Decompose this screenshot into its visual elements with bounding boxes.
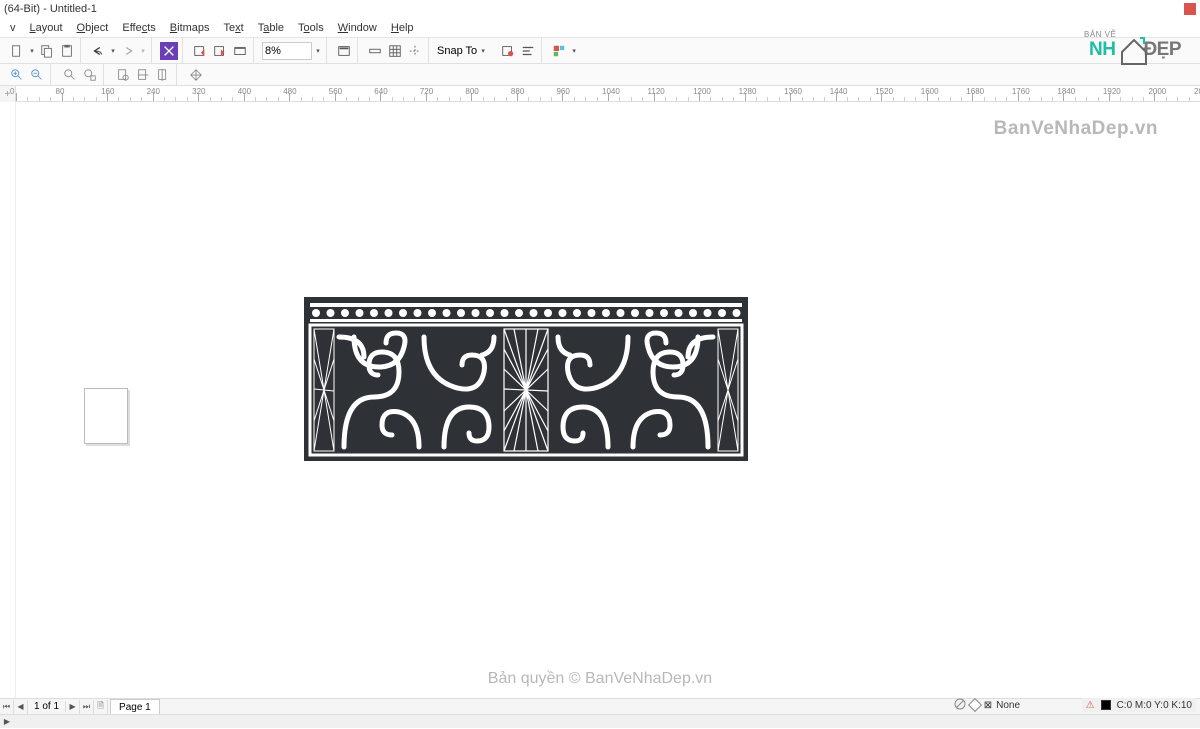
x-icon: ⊠: [984, 700, 992, 711]
artwork-panel[interactable]: [304, 297, 748, 461]
logo-top-text: BẢN VẼ: [1084, 30, 1116, 39]
snap-to-dropdown[interactable]: Snap To ▾: [433, 42, 491, 60]
title-text: (64-Bit) - Untitled-1: [4, 3, 97, 15]
no-fill-icon: [954, 698, 966, 713]
align-icon[interactable]: [519, 42, 537, 60]
options-icon[interactable]: [499, 42, 517, 60]
page-tab[interactable]: Page 1: [110, 699, 160, 714]
zoom-all-icon[interactable]: [81, 66, 99, 84]
warning-icon: ⚠: [1086, 700, 1095, 711]
dropdown-arrow-icon[interactable]: ▾: [570, 42, 578, 60]
snap-to-label: Snap To: [437, 45, 477, 57]
canvas-area[interactable]: BanVeNhaDep.vn: [0, 102, 1200, 698]
zoom-toolbar: [0, 64, 1200, 86]
zoom-page-icon[interactable]: [114, 66, 132, 84]
dropdown-arrow-icon[interactable]: ▾: [109, 42, 117, 60]
menu-layout[interactable]: Layout: [24, 20, 69, 36]
zoom-in-icon[interactable]: [8, 66, 26, 84]
copy-icon[interactable]: [38, 42, 56, 60]
add-page-icon[interactable]: 🗎: [94, 700, 108, 714]
search-icon[interactable]: [160, 42, 178, 60]
grid-icon[interactable]: [386, 42, 404, 60]
menu-table[interactable]: Table: [252, 20, 290, 36]
page-rectangle: [84, 388, 128, 444]
zoom-selection-icon[interactable]: [61, 66, 79, 84]
zoom-out-icon[interactable]: [28, 66, 46, 84]
ruler-horizontal: + 08016024032040048056064072080088096010…: [0, 86, 1200, 102]
menu-view[interactable]: v: [4, 20, 22, 36]
fullscreen-icon[interactable]: [335, 42, 353, 60]
publish-icon[interactable]: [231, 42, 249, 60]
status-fill: ⊠ None: [954, 698, 1020, 712]
page-counter: 1 of 1: [28, 701, 66, 712]
paste-icon[interactable]: [58, 42, 76, 60]
brand-logo: BẢN VẼ NHĐẸP: [1080, 22, 1190, 78]
menu-effects[interactable]: Effects: [116, 20, 161, 36]
watermark-bottom: Bản quyền © BanVeNhaDep.vn: [488, 670, 712, 688]
dropdown-arrow-icon[interactable]: ▾: [314, 42, 322, 60]
prev-page-icon[interactable]: ◀: [14, 700, 28, 714]
zoom-width-icon[interactable]: [134, 66, 152, 84]
close-icon[interactable]: [1184, 3, 1196, 15]
logo-nh: NH: [1089, 39, 1115, 60]
diamond-icon: [968, 698, 982, 712]
last-page-icon[interactable]: ⏭: [80, 700, 94, 714]
ruler-vertical: [0, 102, 16, 698]
undo-icon[interactable]: [89, 42, 107, 60]
house-icon: [1116, 32, 1152, 68]
zoom-height-icon[interactable]: [154, 66, 172, 84]
import-icon[interactable]: [191, 42, 209, 60]
redo-icon[interactable]: [119, 42, 137, 60]
new-icon[interactable]: [8, 42, 26, 60]
menu-object[interactable]: Object: [71, 20, 115, 36]
next-page-icon[interactable]: ▶: [66, 700, 80, 714]
scroll-left-icon[interactable]: ▶: [0, 715, 14, 729]
title-bar: (64-Bit) - Untitled-1: [0, 0, 1200, 18]
launch-icon[interactable]: [550, 42, 568, 60]
scrollbar-horizontal[interactable]: ▶: [0, 714, 1200, 728]
page-navigator: ⏮ ◀ 1 of 1 ▶ ⏭ 🗎 Page 1: [0, 698, 1200, 714]
dropdown-arrow-icon[interactable]: ▾: [28, 42, 36, 60]
menu-tools[interactable]: Tools: [292, 20, 330, 36]
menu-bitmaps[interactable]: Bitmaps: [164, 20, 216, 36]
menu-text[interactable]: Text: [218, 20, 250, 36]
zoom-input[interactable]: [262, 42, 312, 60]
status-color: ⚠ C:0 M:0 Y:0 K:10: [1082, 698, 1196, 712]
first-page-icon[interactable]: ⏮: [0, 700, 14, 714]
pan-icon[interactable]: [187, 66, 205, 84]
export-icon[interactable]: [211, 42, 229, 60]
menu-bar: v Layout Object Effects Bitmaps Text Tab…: [0, 18, 1200, 38]
rulers-icon[interactable]: [366, 42, 384, 60]
dropdown-arrow-icon[interactable]: ▾: [139, 42, 147, 60]
main-toolbar: ▾ ▾ ▾ ▾ Snap To ▾ ▾: [0, 38, 1200, 64]
menu-window[interactable]: Window: [332, 20, 383, 36]
color-swatch: [1101, 700, 1111, 710]
watermark-top: BanVeNhaDep.vn: [994, 118, 1158, 140]
dropdown-arrow-icon: ▾: [479, 42, 487, 60]
menu-help[interactable]: Help: [385, 20, 420, 36]
fill-none-label: None: [996, 700, 1020, 711]
color-readout: C:0 M:0 Y:0 K:10: [1117, 700, 1192, 711]
guidelines-icon[interactable]: [406, 42, 424, 60]
